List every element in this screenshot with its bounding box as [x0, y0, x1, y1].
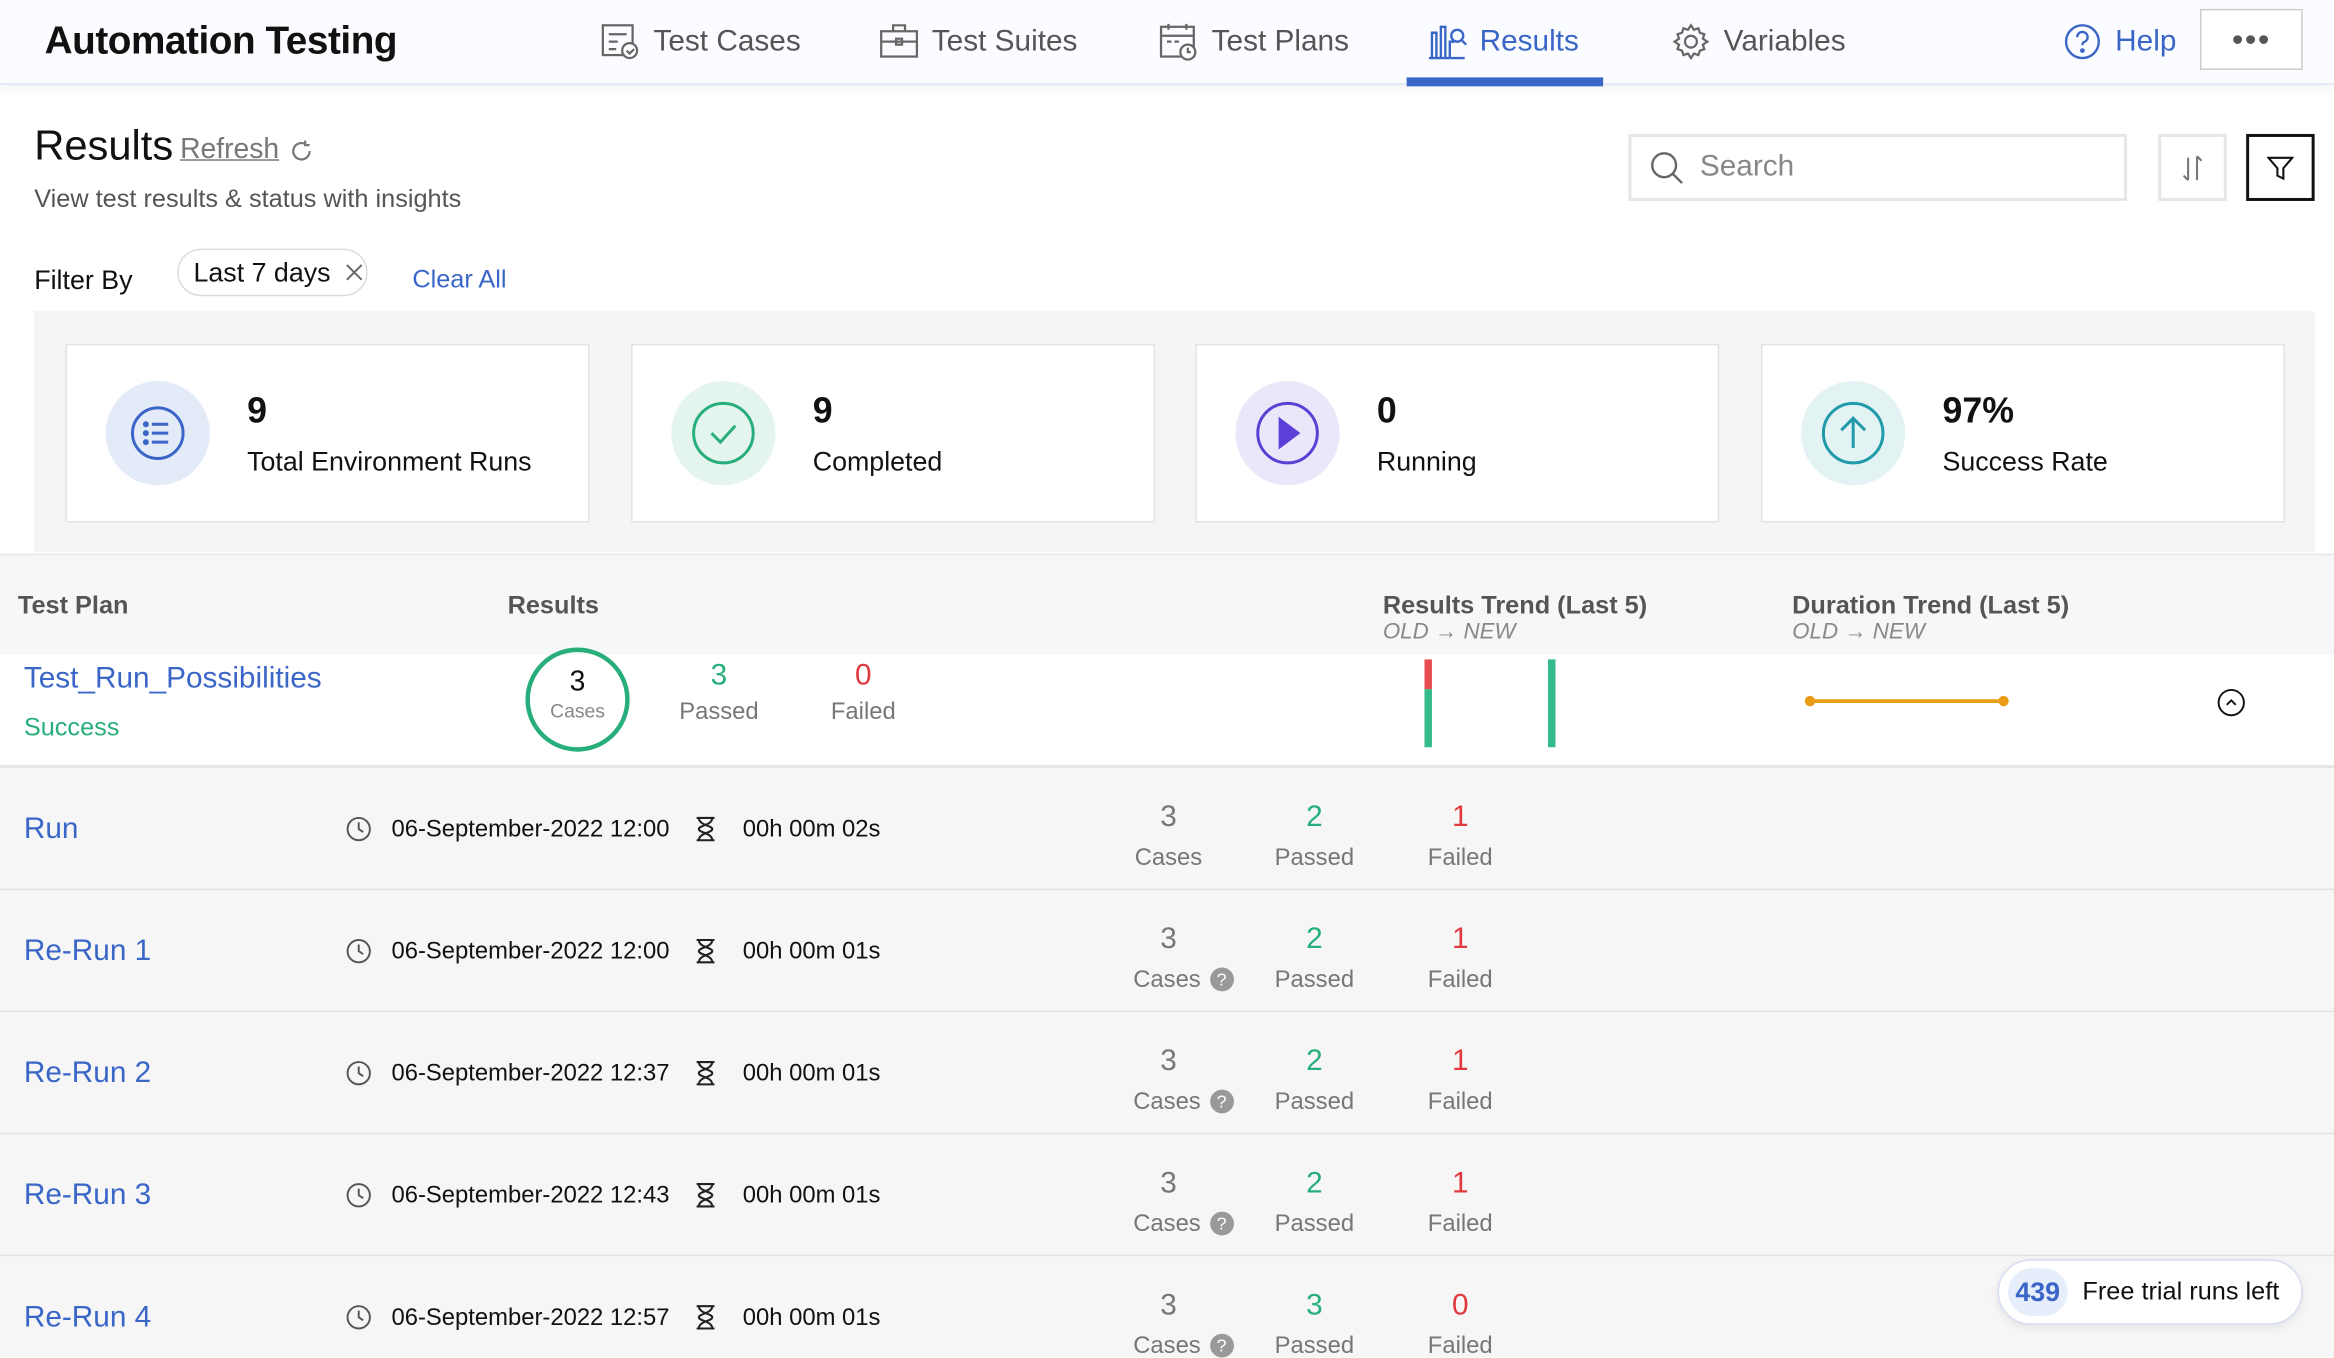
- run-link[interactable]: Re-Run 3: [24, 1179, 151, 1213]
- more-button[interactable]: •••: [2200, 8, 2303, 70]
- run-date: 06-September-2022 12:00: [391, 817, 670, 843]
- hourglass-icon: [696, 1183, 715, 1208]
- stat-card-completed: 9 Completed: [631, 343, 1156, 523]
- cases-ring: 3 Cases: [525, 647, 630, 752]
- chart-icon: [1428, 25, 1468, 60]
- help-icon: [2064, 24, 2100, 60]
- hourglass-icon: [696, 1305, 715, 1330]
- old-new-label: OLD → NEW: [1792, 619, 1925, 645]
- filter-button[interactable]: [2246, 133, 2315, 201]
- clock-icon: [346, 1183, 371, 1208]
- page-subtitle: View test results & status with insights: [34, 184, 462, 213]
- gear-icon: [1672, 23, 1710, 61]
- close-icon[interactable]: [345, 263, 363, 281]
- search-input[interactable]: Search: [1628, 133, 2128, 201]
- list-icon: [105, 381, 210, 486]
- table-header: Test Plan Results Results Trend (Last 5)…: [0, 553, 2334, 655]
- help-icon[interactable]: ?: [1209, 1211, 1234, 1236]
- tab-test-plans[interactable]: Test Plans: [1158, 21, 1349, 63]
- run-row: Re-Run 4 06-September-2022 12:57 00h 00m…: [0, 1256, 2334, 1358]
- tab-test-cases[interactable]: Test Cases: [600, 21, 801, 63]
- sort-button[interactable]: [2158, 133, 2227, 201]
- run-link[interactable]: Re-Run 4: [24, 1301, 151, 1335]
- refresh-icon: [291, 139, 311, 160]
- tab-test-suites[interactable]: Test Suites: [878, 21, 1077, 63]
- tab-results[interactable]: Results: [1426, 21, 1579, 63]
- tab-variables[interactable]: Variables: [1670, 21, 1846, 63]
- clock-icon: [346, 1305, 371, 1330]
- run-row: Re-Run 3 06-September-2022 12:43 00h 00m…: [0, 1134, 2334, 1257]
- run-link[interactable]: Re-Run 2: [24, 1057, 151, 1091]
- trend-bar-passed: [1424, 689, 1432, 748]
- old-new-label: OLD → NEW: [1382, 619, 1516, 645]
- run-duration: 00h 00m 01s: [742, 939, 881, 965]
- stat-card-running: 0 Running: [1195, 343, 1720, 523]
- run-date: 06-September-2022 12:43: [391, 1183, 670, 1209]
- hourglass-icon: [696, 938, 715, 964]
- test-plan-row: Test_Run_Possibilities Success 3 Cases 3P…: [0, 647, 2334, 769]
- app-title: Automation Testing: [44, 17, 398, 63]
- sort-icon: [2182, 154, 2203, 181]
- help-icon[interactable]: ?: [1209, 1333, 1234, 1358]
- play-icon: [1235, 381, 1340, 486]
- clear-all-link[interactable]: Clear All: [412, 265, 506, 295]
- clock-icon: [346, 939, 371, 964]
- filter-chip[interactable]: Last 7 days: [177, 248, 368, 297]
- run-duration: 00h 00m 01s: [742, 1183, 881, 1209]
- status-badge: Success: [23, 712, 120, 742]
- run-row: Re-Run 2 06-September-2022 12:37 00h 00m…: [0, 1012, 2334, 1135]
- run-row: Re-Run 1 06-September-2022 12:00 00h 00m…: [0, 890, 2334, 1013]
- active-tab-indicator: [1406, 77, 1604, 87]
- filter-icon: [2266, 155, 2294, 180]
- run-date: 06-September-2022 12:57: [391, 1305, 670, 1331]
- page-title: Results: [34, 122, 174, 169]
- run-duration: 00h 00m 01s: [742, 1061, 881, 1087]
- stat-card-success-rate: 97% Success Rate: [1760, 343, 2285, 523]
- help-icon[interactable]: ?: [1209, 1089, 1234, 1114]
- run-date: 06-September-2022 12:00: [391, 939, 670, 965]
- refresh-button[interactable]: Refresh: [180, 134, 313, 167]
- trend-bar-failed: [1424, 659, 1432, 690]
- calendar-icon: [1159, 23, 1197, 61]
- clock-icon: [346, 816, 371, 842]
- run-row: Run 06-September-2022 12:00 00h 00m 02s …: [0, 768, 2334, 891]
- clock-icon: [346, 1061, 371, 1086]
- hourglass-icon: [696, 816, 715, 842]
- briefcase-icon: [880, 24, 919, 58]
- trend-bar-passed: [1548, 659, 1556, 748]
- free-trial-badge[interactable]: 439 Free trial runs left: [1997, 1259, 2303, 1325]
- duration-trend-line: [1804, 695, 2009, 707]
- test-cases-icon: [601, 24, 639, 60]
- search-icon: [1651, 151, 1683, 184]
- arrow-up-circle-icon: [1801, 381, 1906, 486]
- test-plan-link[interactable]: Test_Run_Possibilities: [24, 662, 322, 696]
- help-link[interactable]: Help: [2062, 21, 2176, 63]
- filter-label: Filter By: [34, 264, 133, 295]
- run-link[interactable]: Re-Run 1: [24, 935, 151, 969]
- help-icon[interactable]: ?: [1209, 967, 1234, 992]
- run-link[interactable]: Run: [24, 813, 79, 847]
- run-date: 06-September-2022 12:37: [391, 1061, 670, 1087]
- top-nav: Automation Testing Test Cases Test Suite…: [0, 0, 2334, 87]
- stat-card-total-runs: 9 Total Environment Runs: [65, 343, 590, 523]
- collapse-icon[interactable]: [2216, 688, 2246, 718]
- hourglass-icon: [696, 1061, 715, 1086]
- check-circle-icon: [671, 381, 776, 486]
- run-duration: 00h 00m 01s: [742, 1305, 881, 1331]
- run-duration: 00h 00m 02s: [742, 817, 881, 843]
